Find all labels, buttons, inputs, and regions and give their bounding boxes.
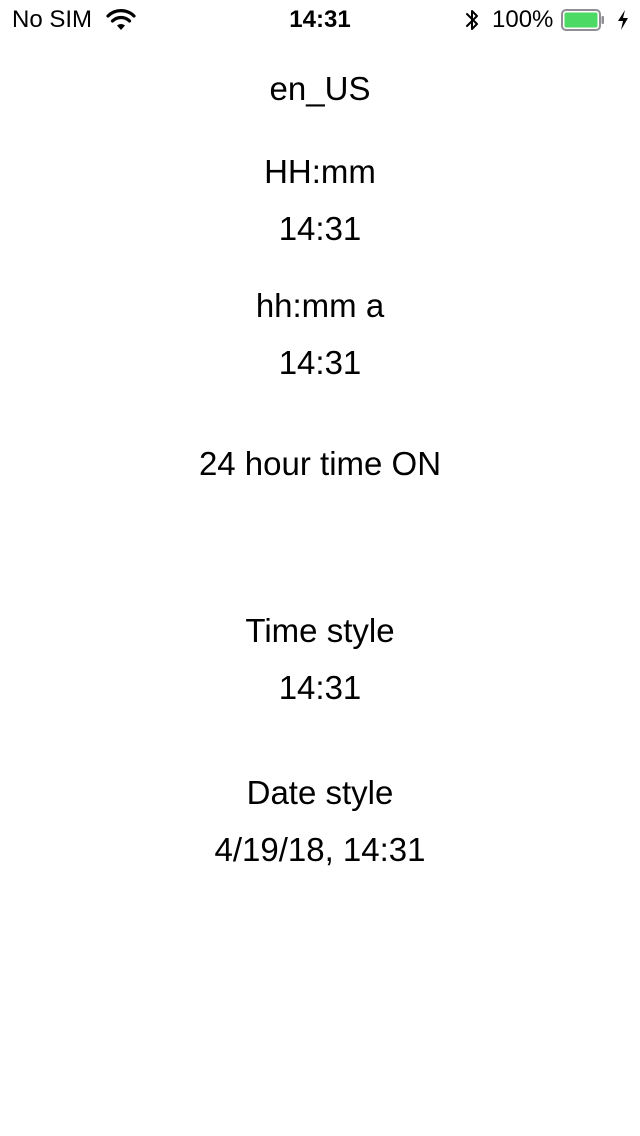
format-24h-value: 14:31 <box>278 210 362 247</box>
date-style-value: 4/19/18, 14:31 <box>214 831 426 868</box>
hour24-status-label: 24 hour time ON <box>198 445 442 482</box>
format-12h-label: hh:mm a <box>255 287 385 324</box>
time-style-value: 14:31 <box>278 669 362 706</box>
battery-percentage: 100% <box>492 6 554 33</box>
time-style-label: Time style <box>245 612 395 649</box>
format-12h-value: 14:31 <box>278 344 362 381</box>
date-style-label: Date style <box>246 774 394 811</box>
format-24h-label: HH:mm <box>264 153 376 190</box>
charging-bolt-icon <box>618 10 628 30</box>
status-bar: No SIM 14:31 100% <box>0 0 640 40</box>
locale-label: en_US <box>269 70 371 107</box>
bluetooth-icon <box>466 10 478 30</box>
battery-icon <box>561 9 604 31</box>
